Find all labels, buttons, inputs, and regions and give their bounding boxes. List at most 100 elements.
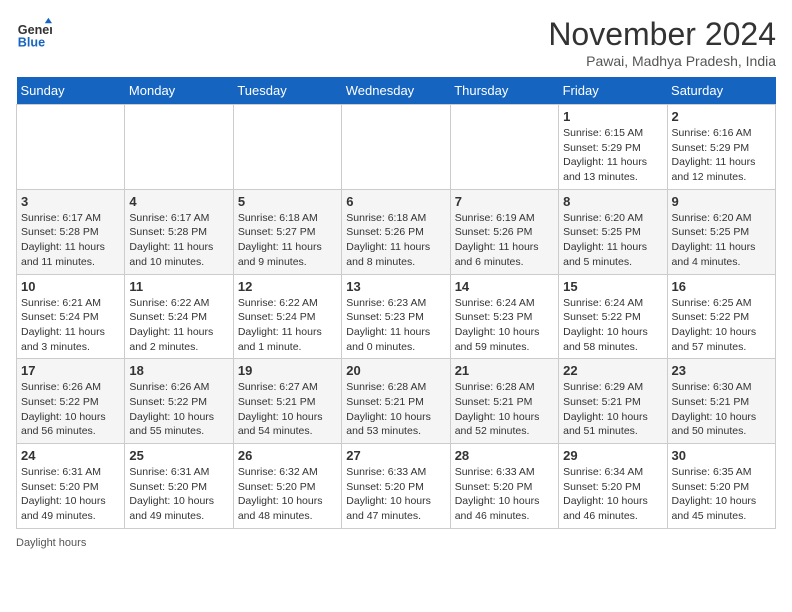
day-info: Sunrise: 6:20 AMSunset: 5:25 PMDaylight:… (563, 211, 662, 270)
day-number: 12 (238, 279, 337, 294)
day-number: 2 (672, 109, 771, 124)
calendar-cell: 28Sunrise: 6:33 AMSunset: 5:20 PMDayligh… (450, 444, 558, 529)
calendar-cell: 29 Sunrise: 6:34 AMSunset: 5:20 PMDayligh… (559, 444, 667, 529)
calendar-cell: 11Sunrise: 6:22 AMSunset: 5:24 PMDayligh… (125, 274, 233, 359)
day-number: 15 (563, 279, 662, 294)
calendar-cell: 8 Sunrise: 6:20 AMSunset: 5:25 PMDaylight… (559, 189, 667, 274)
calendar-cell: 23 Sunrise: 6:30 AMSunset: 5:21 PMDayligh… (667, 359, 775, 444)
calendar-cell: 26 Sunrise: 6:32 AMSunset: 5:20 PMDayligh… (233, 444, 341, 529)
calendar-cell: 16 Sunrise: 6:25 AMSunset: 5:22 PMDayligh… (667, 274, 775, 359)
day-info: Sunrise: 6:27 AMSunset: 5:21 PMDaylight:… (238, 380, 337, 439)
day-info: Sunrise: 6:31 AMSunset: 5:20 PMDaylight:… (129, 465, 228, 524)
logo-icon: General Blue (16, 16, 52, 52)
logo: General Blue (16, 16, 52, 52)
svg-text:Blue: Blue (18, 36, 45, 50)
day-info: Sunrise: 6:28 AMSunset: 5:21 PMDaylight:… (455, 380, 554, 439)
day-header-sunday: Sunday (17, 77, 125, 105)
day-header-monday: Monday (125, 77, 233, 105)
calendar-cell: 13 Sunrise: 6:23 AMSunset: 5:23 PMDayligh… (342, 274, 450, 359)
calendar-cell: 27 Sunrise: 6:33 AMSunset: 5:20 PMDayligh… (342, 444, 450, 529)
day-number: 4 (129, 194, 228, 209)
calendar-cell: 6 Sunrise: 6:18 AMSunset: 5:26 PMDaylight… (342, 189, 450, 274)
calendar-week-5: 24 Sunrise: 6:31 AMSunset: 5:20 PMDayligh… (17, 444, 776, 529)
day-number: 8 (563, 194, 662, 209)
day-number: 17 (21, 363, 120, 378)
day-info: Sunrise: 6:30 AMSunset: 5:21 PMDaylight:… (672, 380, 771, 439)
calendar-cell: 19 Sunrise: 6:27 AMSunset: 5:21 PMDayligh… (233, 359, 341, 444)
day-number: 22 (563, 363, 662, 378)
calendar-cell: 3 Sunrise: 6:17 AMSunset: 5:28 PMDaylight… (17, 189, 125, 274)
day-number: 9 (672, 194, 771, 209)
day-number: 10 (21, 279, 120, 294)
calendar-cell: 20 Sunrise: 6:28 AMSunset: 5:21 PMDayligh… (342, 359, 450, 444)
calendar-cell: 30Sunrise: 6:35 AMSunset: 5:20 PMDayligh… (667, 444, 775, 529)
calendar-cell: 14 Sunrise: 6:24 AMSunset: 5:23 PMDayligh… (450, 274, 558, 359)
day-info: Sunrise: 6:32 AMSunset: 5:20 PMDaylight:… (238, 465, 337, 524)
calendar-cell (342, 105, 450, 190)
day-info: Sunrise: 6:28 AMSunset: 5:21 PMDaylight:… (346, 380, 445, 439)
day-info: Sunrise: 6:33 AMSunset: 5:20 PMDaylight:… (346, 465, 445, 524)
calendar-cell: 1 Sunrise: 6:15 AMSunset: 5:29 PMDaylight… (559, 105, 667, 190)
calendar-cell (17, 105, 125, 190)
day-info: Sunrise: 6:17 AMSunset: 5:28 PMDaylight:… (21, 211, 120, 270)
day-number: 1 (563, 109, 662, 124)
calendar-cell: 17 Sunrise: 6:26 AMSunset: 5:22 PMDayligh… (17, 359, 125, 444)
day-info: Sunrise: 6:35 AMSunset: 5:20 PMDaylight:… (672, 465, 771, 524)
calendar-cell: 10Sunrise: 6:21 AMSunset: 5:24 PMDayligh… (17, 274, 125, 359)
day-info: Sunrise: 6:20 AMSunset: 5:25 PMDaylight:… (672, 211, 771, 270)
calendar-cell: 24 Sunrise: 6:31 AMSunset: 5:20 PMDayligh… (17, 444, 125, 529)
calendar-header: SundayMondayTuesdayWednesdayThursdayFrid… (17, 77, 776, 105)
calendar-cell: 22 Sunrise: 6:29 AMSunset: 5:21 PMDayligh… (559, 359, 667, 444)
day-info: Sunrise: 6:24 AMSunset: 5:22 PMDaylight:… (563, 296, 662, 355)
day-number: 27 (346, 448, 445, 463)
calendar-cell: 9 Sunrise: 6:20 AMSunset: 5:25 PMDaylight… (667, 189, 775, 274)
calendar-cell: 2Sunrise: 6:16 AMSunset: 5:29 PMDaylight… (667, 105, 775, 190)
day-info: Sunrise: 6:29 AMSunset: 5:21 PMDaylight:… (563, 380, 662, 439)
day-header-saturday: Saturday (667, 77, 775, 105)
day-number: 13 (346, 279, 445, 294)
calendar-cell (450, 105, 558, 190)
calendar-cell: 12 Sunrise: 6:22 AMSunset: 5:24 PMDayligh… (233, 274, 341, 359)
day-info: Sunrise: 6:23 AMSunset: 5:23 PMDaylight:… (346, 296, 445, 355)
page-header: General Blue November 2024 Pawai, Madhya… (16, 16, 776, 69)
day-header-tuesday: Tuesday (233, 77, 341, 105)
day-number: 6 (346, 194, 445, 209)
day-info: Sunrise: 6:31 AMSunset: 5:20 PMDaylight:… (21, 465, 120, 524)
day-number: 7 (455, 194, 554, 209)
day-info: Sunrise: 6:26 AMSunset: 5:22 PMDaylight:… (21, 380, 120, 439)
day-info: Sunrise: 6:24 AMSunset: 5:23 PMDaylight:… (455, 296, 554, 355)
footer-daylight: Daylight hours (16, 537, 776, 549)
calendar-week-4: 17 Sunrise: 6:26 AMSunset: 5:22 PMDayligh… (17, 359, 776, 444)
calendar-cell: 4 Sunrise: 6:17 AMSunset: 5:28 PMDaylight… (125, 189, 233, 274)
day-number: 21 (455, 363, 554, 378)
day-number: 3 (21, 194, 120, 209)
day-info: Sunrise: 6:22 AMSunset: 5:24 PMDaylight:… (238, 296, 337, 355)
day-number: 23 (672, 363, 771, 378)
location-subtitle: Pawai, Madhya Pradesh, India (548, 53, 776, 69)
day-info: Sunrise: 6:25 AMSunset: 5:22 PMDaylight:… (672, 296, 771, 355)
day-header-wednesday: Wednesday (342, 77, 450, 105)
calendar-cell: 7 Sunrise: 6:19 AMSunset: 5:26 PMDaylight… (450, 189, 558, 274)
day-number: 29 (563, 448, 662, 463)
day-info: Sunrise: 6:22 AMSunset: 5:24 PMDaylight:… (129, 296, 228, 355)
day-number: 19 (238, 363, 337, 378)
day-number: 20 (346, 363, 445, 378)
day-number: 16 (672, 279, 771, 294)
day-info: Sunrise: 6:15 AMSunset: 5:29 PMDaylight:… (563, 126, 662, 185)
calendar-cell (125, 105, 233, 190)
day-info: Sunrise: 6:17 AMSunset: 5:28 PMDaylight:… (129, 211, 228, 270)
calendar-cell: 21 Sunrise: 6:28 AMSunset: 5:21 PMDayligh… (450, 359, 558, 444)
calendar-cell: 25Sunrise: 6:31 AMSunset: 5:20 PMDayligh… (125, 444, 233, 529)
calendar-cell: 15 Sunrise: 6:24 AMSunset: 5:22 PMDayligh… (559, 274, 667, 359)
day-info: Sunrise: 6:18 AMSunset: 5:26 PMDaylight:… (346, 211, 445, 270)
day-info: Sunrise: 6:19 AMSunset: 5:26 PMDaylight:… (455, 211, 554, 270)
day-header-thursday: Thursday (450, 77, 558, 105)
calendar-week-3: 10Sunrise: 6:21 AMSunset: 5:24 PMDayligh… (17, 274, 776, 359)
day-number: 28 (455, 448, 554, 463)
day-number: 26 (238, 448, 337, 463)
day-info: Sunrise: 6:34 AMSunset: 5:20 PMDaylight:… (563, 465, 662, 524)
day-number: 18 (129, 363, 228, 378)
calendar-table: SundayMondayTuesdayWednesdayThursdayFrid… (16, 77, 776, 529)
day-number: 14 (455, 279, 554, 294)
day-number: 24 (21, 448, 120, 463)
